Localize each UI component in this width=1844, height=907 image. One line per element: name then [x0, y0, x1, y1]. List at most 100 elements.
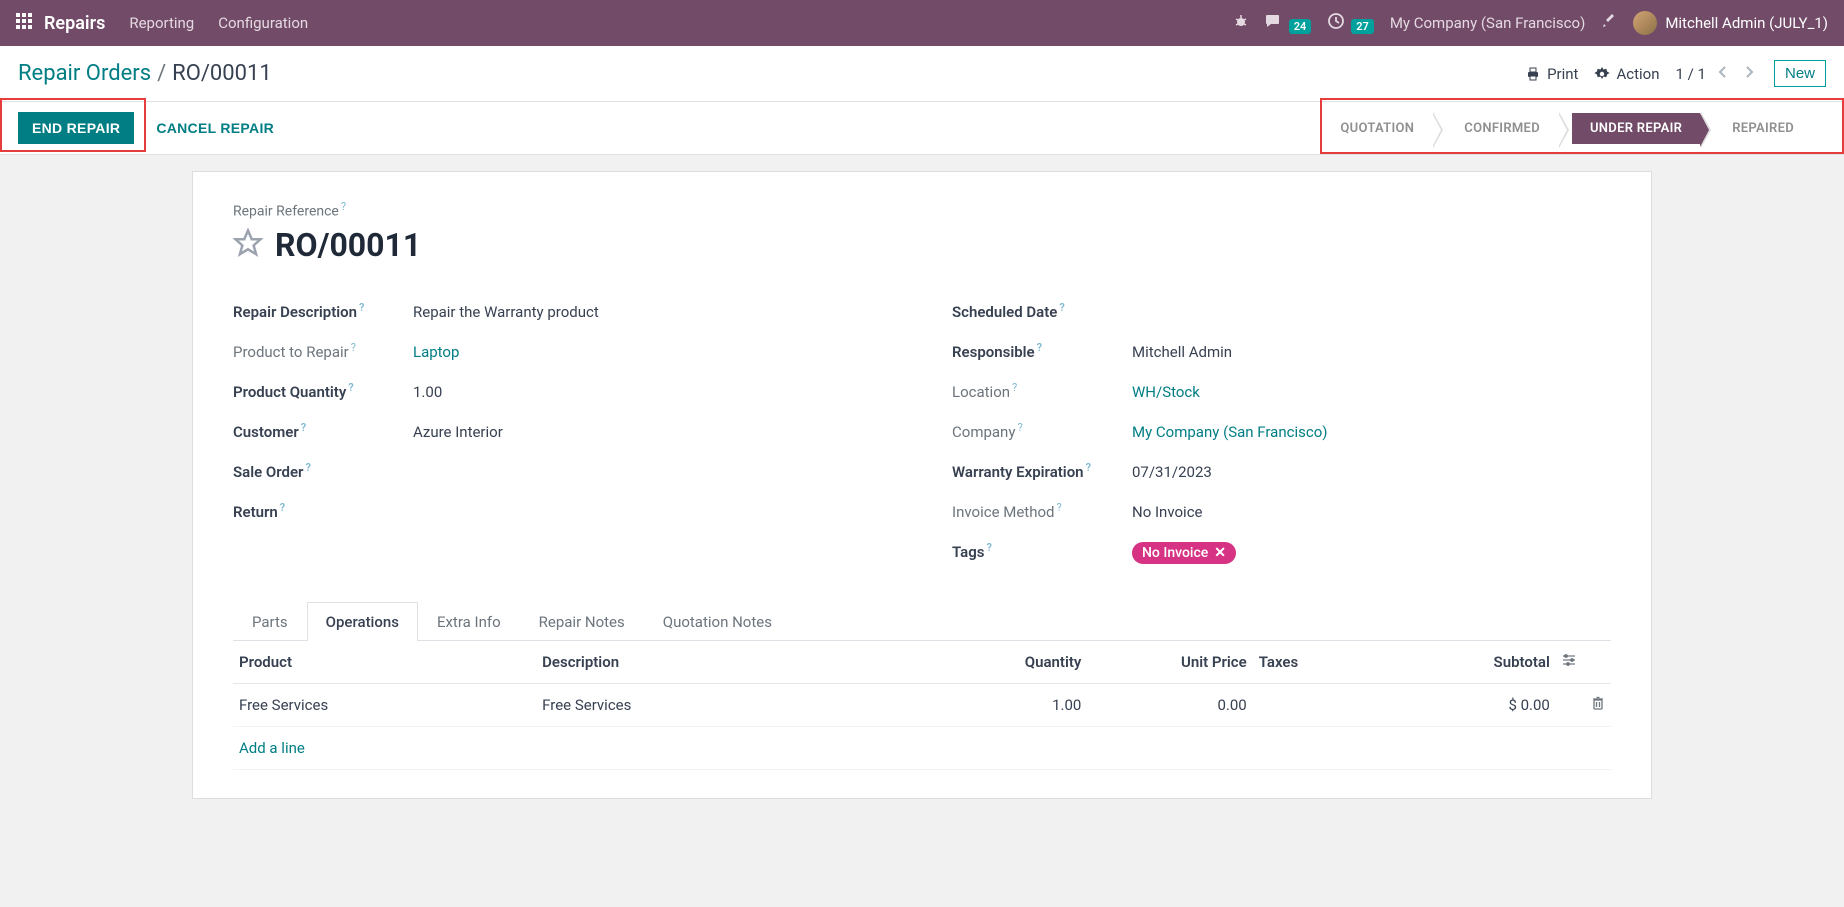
- pager-text[interactable]: 1 / 1: [1675, 65, 1706, 83]
- label-warranty-expiration: Warranty Expiration?: [952, 461, 1132, 481]
- help-icon[interactable]: ?: [1059, 301, 1064, 314]
- help-icon[interactable]: ?: [1037, 341, 1042, 354]
- app-brand[interactable]: Repairs: [44, 13, 105, 34]
- th-settings[interactable]: [1556, 641, 1611, 684]
- label-product-to-repair: Product to Repair?: [233, 341, 413, 361]
- apps-icon[interactable]: [16, 13, 32, 33]
- th-product[interactable]: Product: [233, 641, 536, 684]
- cancel-repair-button[interactable]: CANCEL REPAIR: [146, 112, 284, 144]
- form-sheet: Repair Reference? RO/00011 Repair Descri…: [192, 171, 1652, 799]
- tabs: Parts Operations Extra Info Repair Notes…: [233, 601, 1611, 641]
- th-description[interactable]: Description: [536, 641, 922, 684]
- help-icon[interactable]: ?: [359, 301, 364, 314]
- add-line-row: Add a line: [233, 726, 1611, 769]
- form-left-col: Repair Description? Repair the Warranty …: [233, 292, 892, 573]
- value-product-to-repair[interactable]: Laptop: [413, 343, 459, 361]
- user-menu[interactable]: Mitchell Admin (JULY_1): [1633, 11, 1828, 35]
- th-quantity[interactable]: Quantity: [922, 641, 1087, 684]
- help-icon[interactable]: ?: [1017, 421, 1022, 434]
- cell-subtotal: $ 0.00: [1391, 683, 1556, 726]
- cell-taxes[interactable]: [1253, 683, 1391, 726]
- label-tags: Tags?: [952, 541, 1132, 561]
- user-name: Mitchell Admin (JULY_1): [1665, 14, 1828, 32]
- bug-icon[interactable]: [1233, 13, 1249, 33]
- nav-menu: Reporting Configuration: [129, 14, 1232, 32]
- value-location[interactable]: WH/Stock: [1132, 383, 1200, 401]
- th-subtotal[interactable]: Subtotal: [1391, 641, 1556, 684]
- value-company[interactable]: My Company (San Francisco): [1132, 423, 1327, 441]
- cell-description[interactable]: Free Services: [536, 683, 922, 726]
- value-repair-description[interactable]: Repair the Warranty product: [413, 303, 599, 321]
- print-button[interactable]: Print: [1525, 65, 1578, 83]
- help-icon[interactable]: ?: [301, 421, 306, 434]
- label-invoice-method: Invoice Method?: [952, 501, 1132, 521]
- activities-icon[interactable]: 27: [1327, 12, 1374, 34]
- label-scheduled-date: Scheduled Date?: [952, 301, 1132, 321]
- value-customer[interactable]: Azure Interior: [413, 423, 503, 441]
- label-sale-order: Sale Order?: [233, 461, 413, 481]
- label-responsible: Responsible?: [952, 341, 1132, 361]
- cell-unit-price[interactable]: 0.00: [1087, 683, 1252, 726]
- value-product-quantity[interactable]: 1.00: [413, 383, 442, 401]
- help-icon[interactable]: ?: [1056, 501, 1061, 514]
- table-row[interactable]: Free Services Free Services 1.00 0.00 $ …: [233, 683, 1611, 726]
- value-responsible[interactable]: Mitchell Admin: [1132, 343, 1232, 361]
- tools-icon[interactable]: [1601, 13, 1617, 33]
- stage-confirmed[interactable]: CONFIRMED: [1446, 113, 1558, 144]
- help-icon[interactable]: ?: [280, 501, 285, 514]
- help-icon[interactable]: ?: [1086, 461, 1091, 474]
- top-navbar: Repairs Reporting Configuration 24 27 My…: [0, 0, 1844, 46]
- stage-quotation[interactable]: QUOTATION: [1322, 113, 1432, 144]
- end-repair-button[interactable]: END REPAIR: [18, 112, 134, 144]
- cell-quantity[interactable]: 1.00: [922, 683, 1087, 726]
- breadcrumb-root[interactable]: Repair Orders: [18, 61, 151, 86]
- tab-repair-notes[interactable]: Repair Notes: [520, 602, 644, 641]
- label-company: Company?: [952, 421, 1132, 441]
- operations-table: Product Description Quantity Unit Price …: [233, 641, 1611, 770]
- tag-remove-icon[interactable]: ✕: [1214, 545, 1226, 561]
- breadcrumb-sep: /: [157, 61, 166, 86]
- label-product-quantity: Product Quantity?: [233, 381, 413, 401]
- action-button[interactable]: Action: [1594, 65, 1659, 83]
- page-title: RO/00011: [275, 226, 421, 264]
- favorite-star-icon[interactable]: [233, 228, 263, 262]
- stage-under-repair[interactable]: UNDER REPAIR: [1572, 113, 1700, 144]
- help-icon[interactable]: ?: [1012, 381, 1017, 394]
- statusbar: END REPAIR CANCEL REPAIR QUOTATION CONFI…: [0, 102, 1844, 155]
- tab-extra-info[interactable]: Extra Info: [418, 602, 520, 641]
- cell-product[interactable]: Free Services: [233, 683, 536, 726]
- breadcrumb: Repair Orders / RO/00011: [18, 61, 272, 86]
- label-repair-description: Repair Description?: [233, 301, 413, 321]
- stage-repaired[interactable]: REPAIRED: [1714, 113, 1812, 144]
- cp-actions: Print Action 1 / 1 New: [1525, 60, 1826, 87]
- company-selector[interactable]: My Company (San Francisco): [1390, 14, 1585, 32]
- tab-quotation-notes[interactable]: Quotation Notes: [644, 602, 791, 641]
- title-label: Repair Reference?: [233, 200, 1611, 220]
- nav-menu-reporting[interactable]: Reporting: [129, 14, 194, 32]
- new-button[interactable]: New: [1774, 60, 1826, 87]
- add-line-button[interactable]: Add a line: [239, 739, 305, 757]
- tag-pill[interactable]: No Invoice ✕: [1132, 542, 1236, 564]
- value-warranty-expiration[interactable]: 07/31/2023: [1132, 463, 1212, 481]
- help-icon[interactable]: ?: [351, 341, 356, 354]
- nav-right: 24 27 My Company (San Francisco) Mitchel…: [1233, 11, 1828, 35]
- pager: 1 / 1: [1675, 65, 1758, 83]
- activities-badge: 27: [1351, 19, 1374, 34]
- pager-next-icon[interactable]: [1740, 65, 1758, 83]
- value-invoice-method[interactable]: No Invoice: [1132, 503, 1203, 521]
- help-icon[interactable]: ?: [348, 381, 353, 394]
- tab-operations[interactable]: Operations: [307, 602, 418, 641]
- help-icon[interactable]: ?: [341, 200, 346, 213]
- help-icon[interactable]: ?: [987, 541, 992, 554]
- avatar: [1633, 11, 1657, 35]
- messages-icon[interactable]: 24: [1265, 12, 1312, 34]
- help-icon[interactable]: ?: [305, 461, 310, 474]
- delete-row-icon[interactable]: [1591, 696, 1605, 714]
- tab-parts[interactable]: Parts: [233, 602, 307, 641]
- label-location: Location?: [952, 381, 1132, 401]
- th-unit-price[interactable]: Unit Price: [1087, 641, 1252, 684]
- nav-menu-configuration[interactable]: Configuration: [218, 14, 308, 32]
- messages-badge: 24: [1289, 19, 1312, 34]
- pager-prev-icon[interactable]: [1714, 65, 1732, 83]
- th-taxes[interactable]: Taxes: [1253, 641, 1391, 684]
